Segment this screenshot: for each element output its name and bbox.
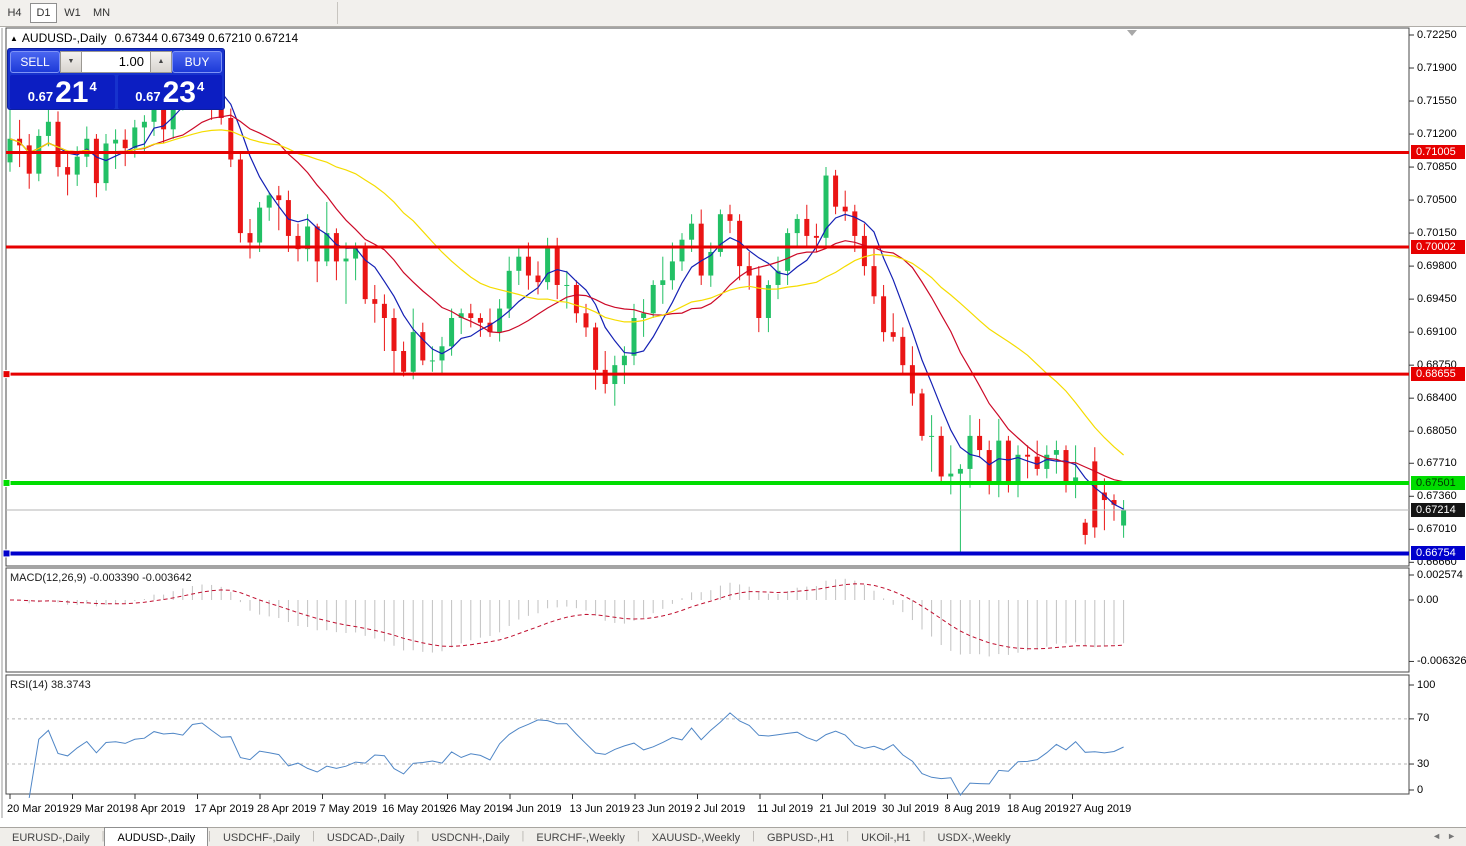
date-label: 30 Jul 2019 (882, 803, 939, 815)
price-axis-label: 0.68050 (1417, 425, 1457, 437)
tab-usdx-weekly[interactable]: USDX-,Weekly (925, 828, 1022, 846)
price-axis-label: 0.67710 (1417, 457, 1457, 469)
price-tag-0.71005: 0.71005 (1411, 145, 1465, 159)
collapse-triangle-icon[interactable]: ▲ (10, 34, 18, 43)
ohlc-values: 0.67344 0.67349 0.67210 0.67214 (115, 31, 299, 45)
date-label: 27 Aug 2019 (1070, 803, 1132, 815)
date-label: 26 May 2019 (445, 803, 509, 815)
price-axis-label: 0.69800 (1417, 260, 1457, 272)
tab-usdcnh-daily[interactable]: USDCNH-,Daily (419, 828, 521, 846)
macd-axis-label: 0.002574 (1417, 569, 1463, 581)
buy-price-prefix: 0.67 (135, 89, 160, 104)
tab-eurusd-daily[interactable]: EURUSD-,Daily (0, 828, 102, 846)
date-label: 20 Mar 2019 (7, 803, 69, 815)
price-axis-label: 0.69100 (1417, 326, 1457, 338)
tab-ukoil-h1[interactable]: UKOil-,H1 (849, 828, 923, 846)
price-axis-label: 0.69450 (1417, 293, 1457, 305)
price-tag-0.66754: 0.66754 (1411, 546, 1465, 560)
symbol-tabbar: EURUSD-,Daily|AUDUSD-,Daily|USDCHF-,Dail… (0, 827, 1466, 846)
macd-name: MACD(12,26,9) (10, 572, 86, 584)
date-label: 29 Mar 2019 (70, 803, 132, 815)
tab-usdcad-daily[interactable]: USDCAD-,Daily (315, 828, 417, 846)
hline-handle-0.66754[interactable] (3, 550, 10, 557)
rsi-name: RSI(14) (10, 679, 48, 691)
date-label: 28 Apr 2019 (257, 803, 316, 815)
tab-usdchf-daily[interactable]: USDCHF-,Daily (211, 828, 312, 846)
price-axis-label: 0.71550 (1417, 95, 1457, 107)
volume-input[interactable]: 1.00 (82, 51, 150, 73)
tab-scroll-arrows[interactable]: ◄► (1432, 831, 1462, 841)
buy-button[interactable]: BUY (172, 51, 222, 73)
one-click-trading-panel: SELL ▼ 1.00 ▲ BUY 0.67214 0.67234 (7, 48, 225, 110)
tab-eurchf-weekly[interactable]: EURCHF-,Weekly (524, 828, 636, 846)
price-axis-label: 0.72250 (1417, 29, 1457, 41)
sell-price-display[interactable]: 0.67214 (10, 75, 115, 109)
date-label: 8 Aug 2019 (945, 803, 1001, 815)
volume-decrease-button[interactable]: ▼ (60, 51, 82, 73)
sell-price-pip: 4 (89, 79, 96, 94)
price-axis-label: 0.70850 (1417, 161, 1457, 173)
date-label: 18 Aug 2019 (1007, 803, 1069, 815)
buy-price-big: 23 (163, 78, 196, 108)
macd-label: MACD(12,26,9) -0.003390 -0.003642 (10, 572, 192, 584)
price-axis-label: 0.71900 (1417, 62, 1457, 74)
price-axis-label: 0.68400 (1417, 392, 1457, 404)
buy-price-display[interactable]: 0.67234 (118, 75, 223, 109)
sell-price-big: 21 (55, 78, 88, 108)
chart-canvas[interactable]: 20 Mar 201929 Mar 20198 Apr 2019 17 Apr 2… (0, 0, 1466, 846)
date-label: 23 Jun 2019 (632, 803, 693, 815)
date-label: 16 May 2019 (382, 803, 446, 815)
buy-price-pip: 4 (197, 79, 204, 94)
tab-audusd-daily[interactable]: AUDUSD-,Daily (104, 827, 208, 846)
macd-axis-label: 0.00 (1417, 594, 1438, 606)
sell-price-prefix: 0.67 (28, 89, 53, 104)
hline-handle-0.68655[interactable] (3, 371, 10, 378)
timeframe-button-d1[interactable]: D1 (30, 3, 57, 23)
date-label: 2 Jul 2019 (695, 803, 746, 815)
mt4-terminal: { "toolbar": { "timeframes": [ {"label":… (0, 0, 1466, 846)
timeframe-button-w1[interactable]: W1 (59, 3, 86, 23)
rsi-axis-label: 0 (1417, 784, 1423, 796)
tab-scroll-left-icon[interactable]: ◄ (1432, 831, 1447, 841)
panel-frame-1 (6, 568, 1409, 672)
price-tag-0.67501: 0.67501 (1411, 476, 1465, 490)
macd-axis-label: -0.006326 (1417, 655, 1466, 667)
macd-values: -0.003390 -0.003642 (89, 572, 191, 584)
date-label: 4 Jun 2019 (507, 803, 561, 815)
price-tag-0.70002: 0.70002 (1411, 240, 1465, 254)
volume-increase-button[interactable]: ▲ (150, 51, 172, 73)
price-axis-label: 0.71200 (1417, 128, 1457, 140)
rsi-axis-label: 70 (1417, 712, 1429, 724)
date-label: 21 Jul 2019 (820, 803, 877, 815)
hline-handle-0.67501[interactable] (3, 479, 10, 486)
tab-scroll-right-icon[interactable]: ► (1447, 831, 1462, 841)
price-tag-0.68655: 0.68655 (1411, 367, 1465, 381)
sell-button[interactable]: SELL (10, 51, 60, 73)
price-axis-label: 0.70500 (1417, 194, 1457, 206)
date-label: 17 Apr 2019 (195, 803, 254, 815)
timeframe-toolbar: H4D1W1MN (0, 0, 1466, 27)
price-axis-label: 0.70150 (1417, 227, 1457, 239)
rsi-value: 38.3743 (51, 679, 91, 691)
timeframe-button-h4[interactable]: H4 (1, 3, 28, 23)
date-label: 13 Jun 2019 (570, 803, 631, 815)
chart-title: ▲ AUDUSD-,Daily 0.67344 0.67349 0.67210 0.… (10, 31, 298, 45)
symbol-label: AUDUSD-,Daily (22, 31, 107, 45)
tab-gbpusd-h1[interactable]: GBPUSD-,H1 (755, 828, 846, 846)
price-axis-label: 0.67360 (1417, 490, 1457, 502)
timeframe-button-mn[interactable]: MN (88, 3, 115, 23)
date-label: 8 Apr 2019 (132, 803, 185, 815)
price-tag-0.67214: 0.67214 (1411, 503, 1465, 517)
toolbar-divider (337, 2, 338, 24)
date-label: 7 May 2019 (320, 803, 377, 815)
tab-xauusd-weekly[interactable]: XAUUSD-,Weekly (640, 828, 752, 846)
date-label: 11 Jul 2019 (757, 803, 813, 815)
rsi-axis-label: 100 (1417, 679, 1435, 691)
rsi-axis-label: 30 (1417, 758, 1429, 770)
price-axis-label: 0.67010 (1417, 523, 1457, 535)
rsi-label: RSI(14) 38.3743 (10, 679, 91, 691)
